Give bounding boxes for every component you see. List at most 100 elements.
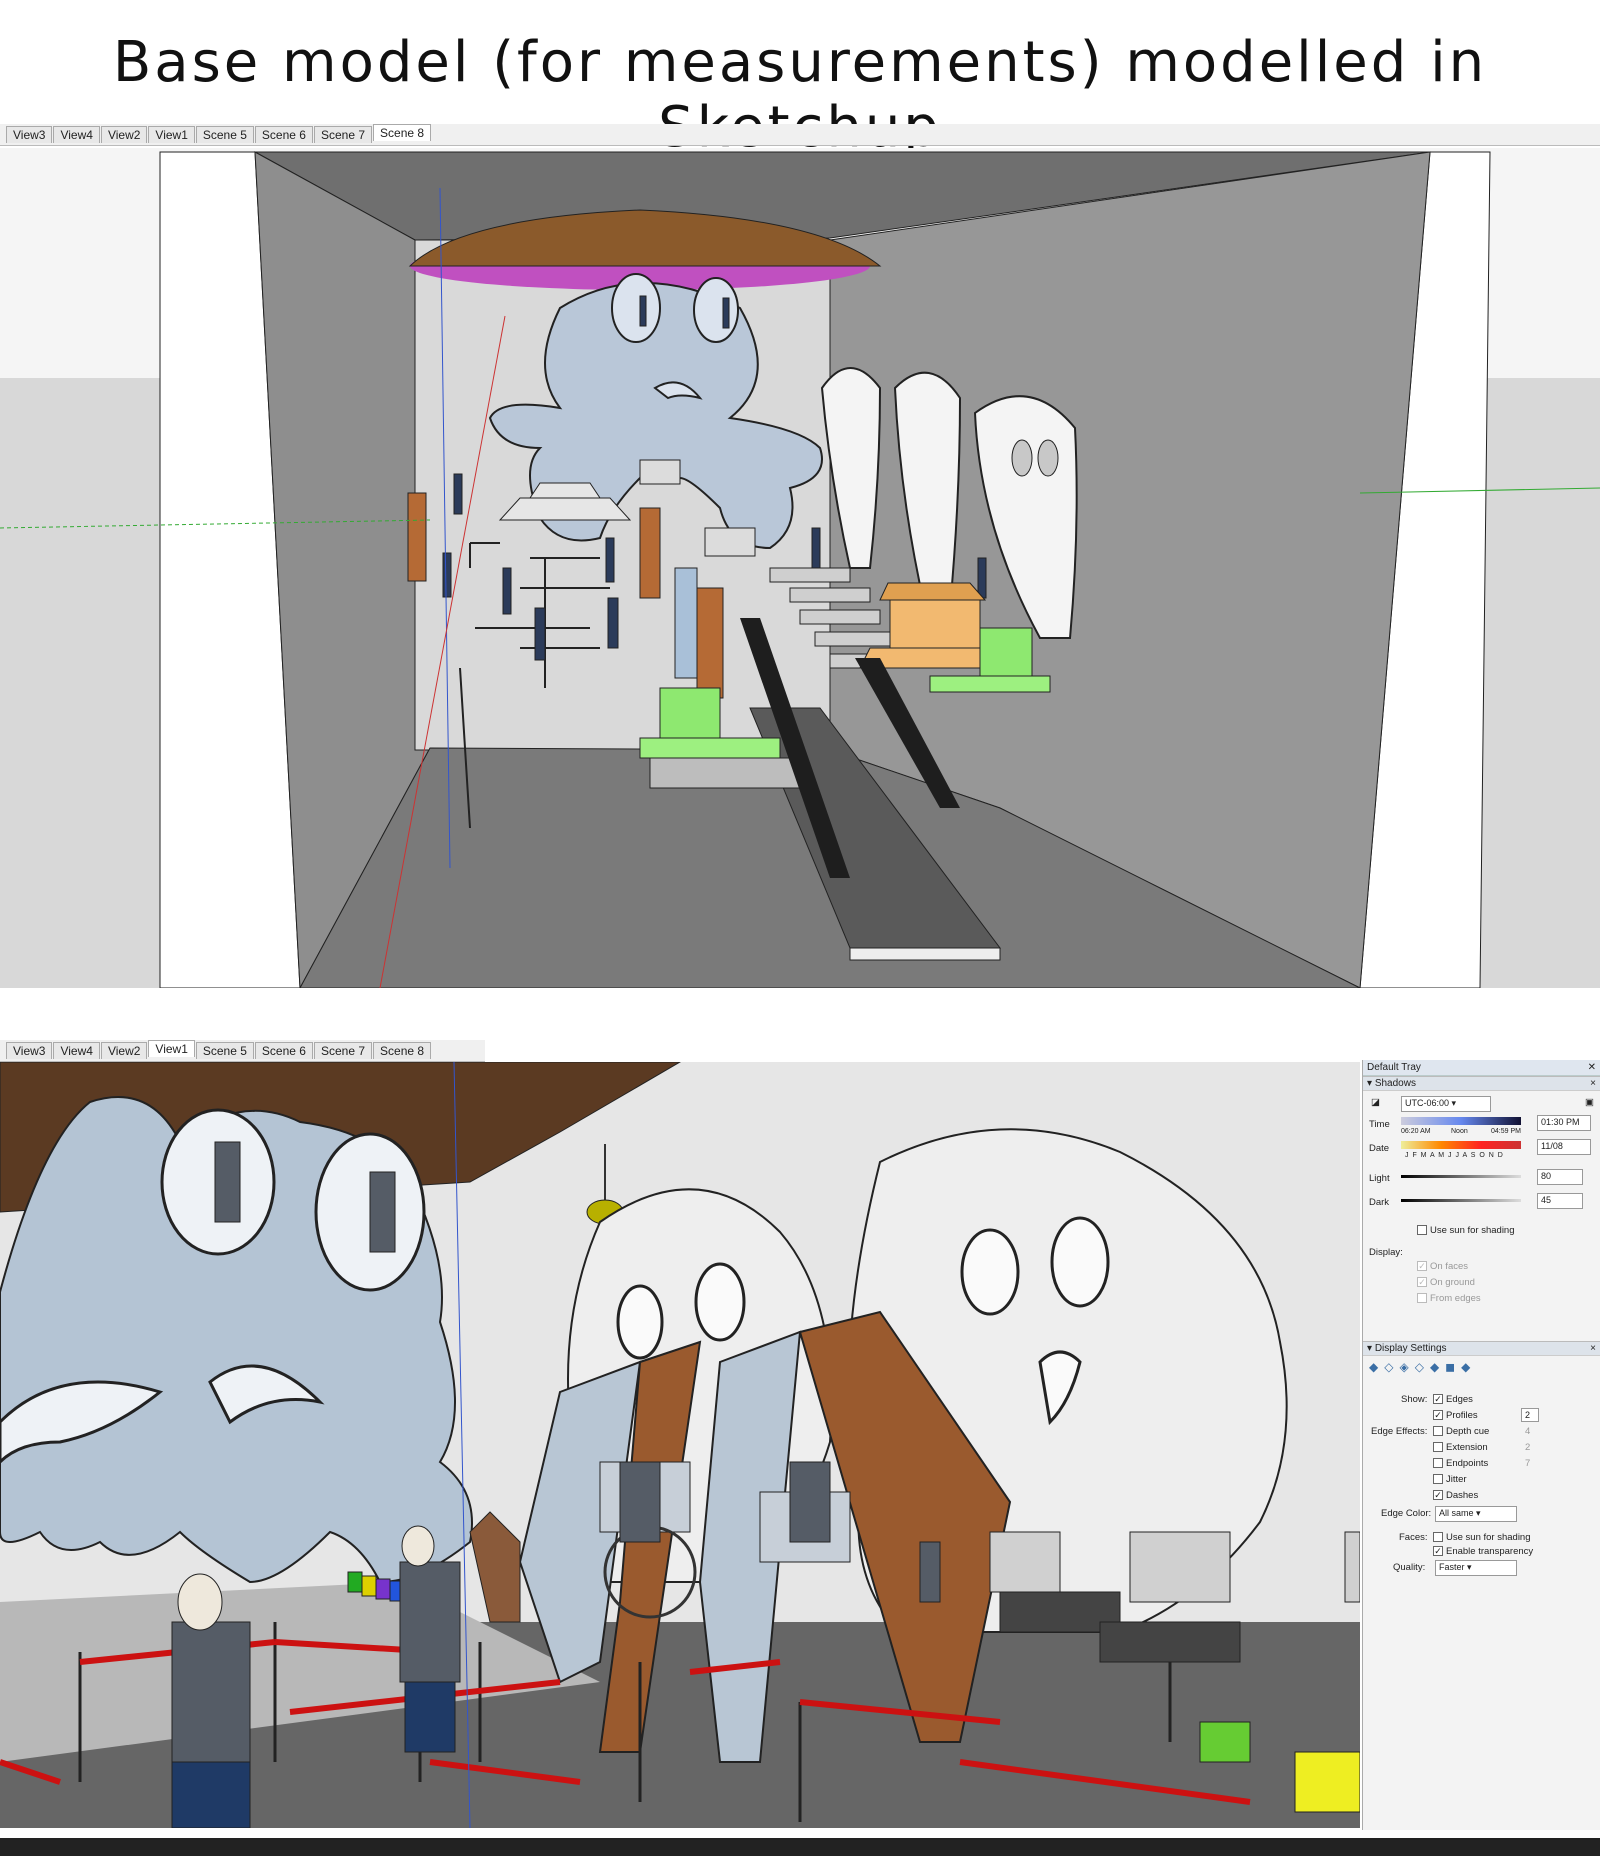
shadows-section-header[interactable]: ▾ Shadows × (1363, 1076, 1600, 1091)
depth-cue-label: Depth cue (1446, 1426, 1490, 1437)
bottom-model-scene (0, 1062, 1360, 1828)
depth-cue-value: 4 (1525, 1426, 1531, 1437)
on-faces-label: On faces (1430, 1261, 1469, 1272)
time-noon: Noon (1451, 1128, 1468, 1135)
dark-slider[interactable] (1401, 1199, 1521, 1202)
shadows-header: Shadows (1374, 1078, 1416, 1089)
bottom-tab-view4[interactable]: View4 (53, 1042, 100, 1059)
light-slider[interactable] (1401, 1175, 1521, 1178)
top-tab-view2[interactable]: View2 (100, 126, 148, 143)
use-sun-label: Use sun for shading (1430, 1225, 1515, 1236)
bottom-tab-scene-5[interactable]: Scene 5 (195, 1042, 254, 1059)
taskbar (0, 1838, 1600, 1856)
edge-color-label: Edge Color: (1381, 1508, 1432, 1519)
bottom-tab-view1[interactable]: View1 (148, 1040, 195, 1057)
shadow-details-icon[interactable]: ▣ (1585, 1097, 1594, 1108)
bottom-scene-tab-bar: View3 View4 View2 View1 Scene 5 Scene 6 Scene … (0, 1040, 485, 1062)
endpoints-label: Endpoints (1446, 1458, 1489, 1469)
bottom-tab-scene-7[interactable]: Scene 7 (313, 1042, 373, 1059)
profiles-checkbox[interactable]: ✓ Profiles (1433, 1410, 1478, 1421)
depth-cue-checkbox[interactable]: Depth cue (1433, 1426, 1489, 1437)
extension-label: Extension (1446, 1442, 1488, 1453)
from-edges-label: From edges (1430, 1293, 1481, 1304)
top-viewport[interactable] (0, 148, 1600, 988)
top-model-scene (0, 148, 1600, 988)
endpoints-value: 7 (1525, 1458, 1531, 1469)
top-tab-view4[interactable]: View4 (53, 126, 100, 143)
style-icon-1[interactable]: ◆ (1369, 1360, 1378, 1374)
light-label: Light (1369, 1173, 1390, 1184)
use-sun-checkbox[interactable]: Use sun for shading (1417, 1225, 1515, 1236)
on-faces-checkbox[interactable]: ✓ On faces (1417, 1261, 1468, 1272)
time-input[interactable]: 01:30 PM (1537, 1115, 1591, 1131)
top-tab-scene-5[interactable]: Scene 5 (195, 126, 254, 143)
bottom-tab-view2[interactable]: View2 (100, 1042, 148, 1059)
profiles-input[interactable]: 2 (1521, 1408, 1539, 1422)
endpoints-checkbox[interactable]: Endpoints (1433, 1458, 1488, 1469)
enable-transparency-label: Enable transparency (1446, 1546, 1534, 1557)
bottom-tab-view3[interactable]: View3 (6, 1042, 53, 1059)
style-icon-2[interactable]: ◇ (1384, 1360, 1393, 1374)
top-scene-tabs: View3 View4 View2 View1 Scene 5 Scene 6 Scene … (6, 124, 432, 143)
style-icons-row: ◆ ◇ ◈ ◇ ◆ ◼ ◆ (1369, 1360, 1470, 1374)
shadows-toggle-icon[interactable]: ◪ (1371, 1097, 1380, 1108)
tray-close-icon[interactable]: ✕ (1588, 1062, 1596, 1073)
bottom-tab-scene-6[interactable]: Scene 6 (254, 1042, 313, 1059)
default-tray: Default Tray ✕ ▾ Shadows × ◪ UTC-06:00 ▾ … (1362, 1060, 1600, 1830)
time-end: 04:59 PM (1491, 1128, 1521, 1135)
months-scale: J F M A M J J A S O N D (1405, 1152, 1504, 1159)
edges-checkbox[interactable]: ✓ Edges (1433, 1394, 1473, 1405)
faces-label: Faces: (1399, 1532, 1428, 1543)
top-scene-tab-bar: View3 View4 View2 View1 Scene 5 Scene 6 Scene … (0, 124, 1600, 146)
edge-color-select[interactable]: All same ▾ (1435, 1506, 1517, 1522)
display-settings-section-header[interactable]: ▾ Display Settings × (1363, 1341, 1600, 1356)
display-settings-close-icon[interactable]: × (1590, 1343, 1596, 1354)
shadows-close-icon[interactable]: × (1590, 1078, 1596, 1089)
enable-transparency-checkbox[interactable]: ✓ Enable transparency (1433, 1546, 1533, 1557)
tray-header: Default Tray ✕ (1363, 1060, 1600, 1076)
display-label: Display: (1369, 1247, 1403, 1258)
dashes-label: Dashes (1446, 1490, 1479, 1501)
timezone-select[interactable]: UTC-06:00 ▾ (1401, 1096, 1491, 1112)
on-ground-checkbox[interactable]: ✓ On ground (1417, 1277, 1475, 1288)
jitter-checkbox[interactable]: Jitter (1433, 1474, 1467, 1485)
style-icon-5[interactable]: ◆ (1430, 1360, 1439, 1374)
light-input[interactable]: 80 (1537, 1169, 1583, 1185)
display-settings-header: Display Settings (1374, 1343, 1447, 1354)
top-tab-scene-6[interactable]: Scene 6 (254, 126, 313, 143)
dark-label: Dark (1369, 1197, 1390, 1208)
extension-value: 2 (1525, 1442, 1531, 1453)
time-label: Time (1369, 1119, 1390, 1130)
date-slider[interactable] (1401, 1141, 1521, 1149)
style-icon-6[interactable]: ◼ (1445, 1360, 1455, 1374)
quality-value: Faster (1439, 1562, 1465, 1572)
timezone-value: UTC-06:00 (1405, 1098, 1450, 1108)
edge-color-value: All same (1439, 1508, 1474, 1518)
from-edges-checkbox[interactable]: From edges (1417, 1293, 1481, 1304)
bottom-tab-scene-8[interactable]: Scene 8 (373, 1042, 432, 1059)
dashes-checkbox[interactable]: ✓ Dashes (1433, 1490, 1478, 1501)
faces-use-sun-checkbox[interactable]: Use sun for shading (1433, 1532, 1531, 1543)
style-icon-4[interactable]: ◇ (1415, 1360, 1424, 1374)
show-label: Show: (1401, 1394, 1428, 1405)
dark-input[interactable]: 45 (1537, 1193, 1583, 1209)
bottom-viewport[interactable] (0, 1062, 1360, 1828)
top-tab-scene-7[interactable]: Scene 7 (313, 126, 373, 143)
time-slider[interactable] (1401, 1117, 1521, 1125)
extension-checkbox[interactable]: Extension (1433, 1442, 1488, 1453)
style-icon-3[interactable]: ◈ (1399, 1360, 1408, 1374)
top-tab-view1[interactable]: View1 (148, 126, 195, 143)
edge-effects-label: Edge Effects: (1371, 1426, 1428, 1437)
date-label: Date (1369, 1143, 1390, 1154)
jitter-label: Jitter (1446, 1474, 1467, 1485)
date-input[interactable]: 11/08 (1537, 1139, 1591, 1155)
top-tab-scene-8[interactable]: Scene 8 (373, 124, 432, 141)
quality-select[interactable]: Faster ▾ (1435, 1560, 1517, 1576)
tray-title: Default Tray (1367, 1062, 1421, 1073)
quality-label: Quality: (1393, 1562, 1426, 1573)
style-icon-7[interactable]: ◆ (1461, 1360, 1470, 1374)
edges-label: Edges (1446, 1394, 1473, 1405)
top-tab-view3[interactable]: View3 (6, 126, 53, 143)
profiles-label: Profiles (1446, 1410, 1478, 1421)
faces-use-sun-label: Use sun for shading (1446, 1532, 1531, 1543)
